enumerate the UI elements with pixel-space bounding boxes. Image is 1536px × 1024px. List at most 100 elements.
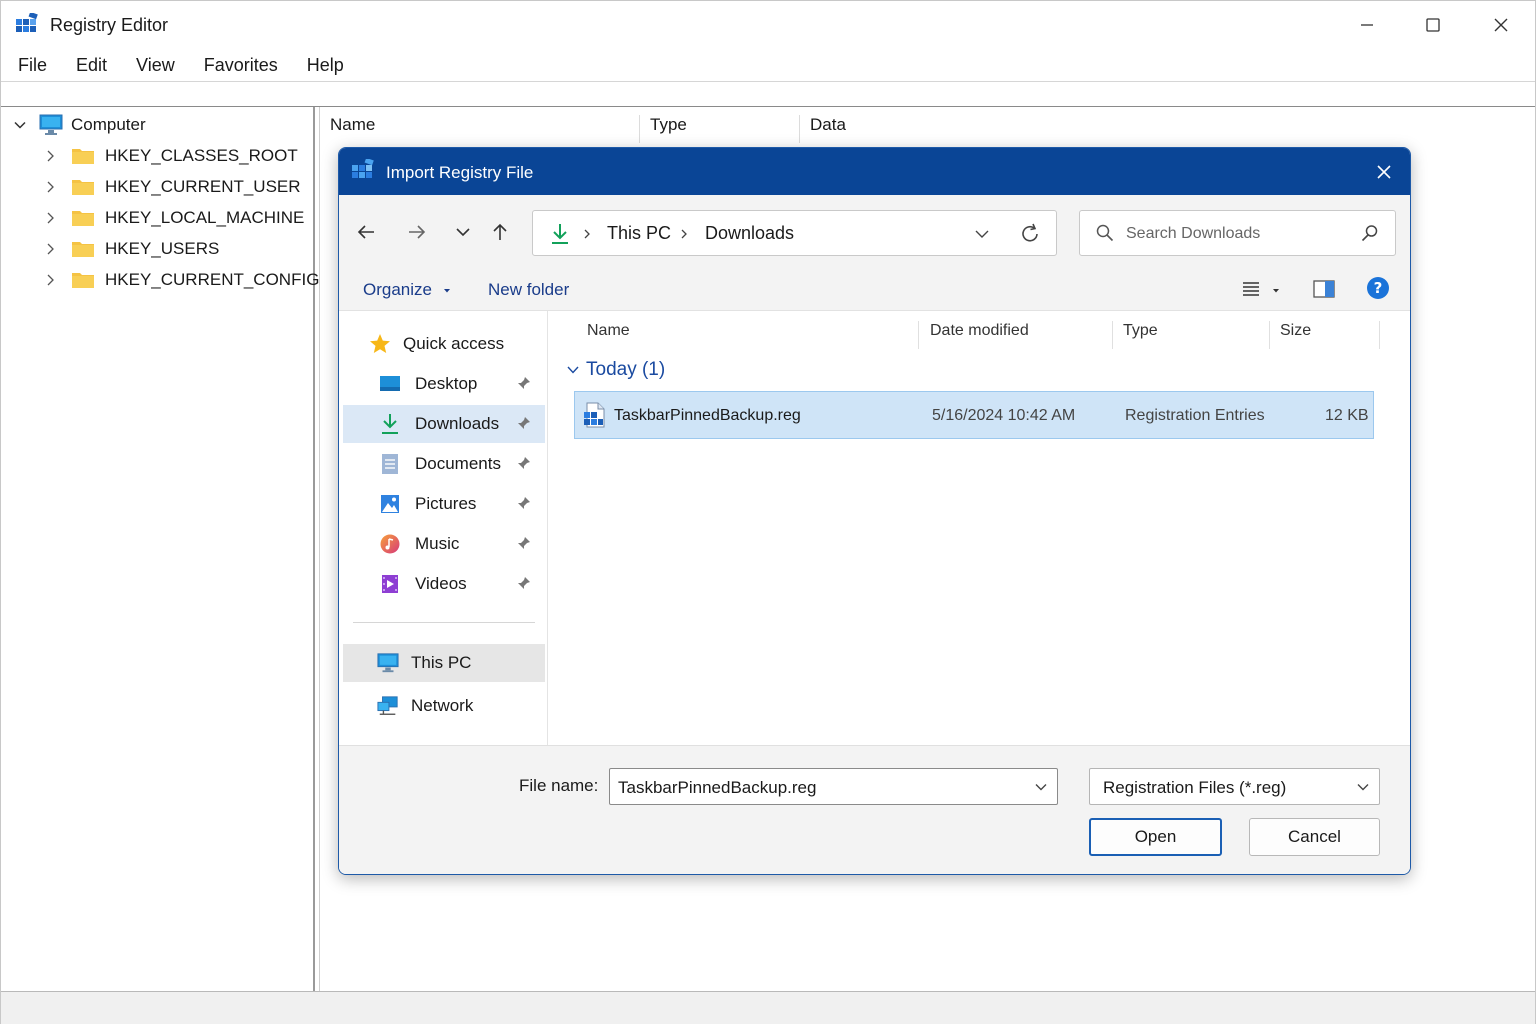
nav-item-videos[interactable]: Videos	[343, 565, 545, 603]
nav-label: Pictures	[415, 494, 477, 513]
nav-label: This PC	[411, 653, 472, 672]
nav-item-downloads[interactable]: Downloads	[343, 405, 545, 443]
status-bar	[1, 991, 1535, 1024]
organize-button[interactable]: Organize	[363, 280, 452, 300]
menu-edit[interactable]: Edit	[70, 51, 119, 79]
view-options-button[interactable]	[1241, 279, 1281, 304]
nav-label: Videos	[415, 574, 467, 593]
folder-icon	[72, 242, 94, 257]
recent-locations-button[interactable]	[448, 217, 478, 247]
pictures-icon	[379, 493, 401, 515]
breadcrumb-downloads[interactable]: Downloads	[705, 223, 794, 244]
search-placeholder: Search Downloads	[1126, 225, 1261, 242]
menu-file[interactable]: File	[12, 51, 59, 79]
tree-item-hkey-current-config[interactable]: HKEY_CURRENT_CONFIG	[43, 266, 319, 294]
nav-quick-access[interactable]: Quick access	[343, 325, 545, 363]
star-icon	[369, 333, 391, 355]
nav-item-music[interactable]: Music	[343, 525, 545, 563]
command-bar: Organize New folder ?	[339, 267, 1410, 311]
file-type-select[interactable]: Registration Files (*.reg)	[1089, 768, 1380, 805]
chevron-down-icon[interactable]	[1035, 781, 1047, 793]
download-icon	[379, 413, 401, 435]
column-header-name[interactable]: Name	[577, 321, 919, 349]
folder-icon	[72, 149, 94, 164]
menu-view[interactable]: View	[130, 51, 187, 79]
column-header-type[interactable]: Type	[1113, 321, 1270, 349]
chevron-right-icon[interactable]	[43, 180, 57, 194]
breadcrumb-this-pc[interactable]: This PC	[607, 223, 671, 244]
address-bar[interactable]	[1, 81, 1535, 107]
nav-item-documents[interactable]: Documents	[343, 445, 545, 483]
column-header-data[interactable]: Data	[800, 115, 1000, 143]
registry-editor-icon	[352, 159, 374, 178]
help-icon[interactable]: ?	[1366, 276, 1390, 300]
menu-favorites[interactable]: Favorites	[198, 51, 290, 79]
back-button[interactable]	[351, 217, 381, 247]
maximize-icon	[1426, 18, 1440, 32]
pin-icon[interactable]	[517, 576, 531, 590]
file-row[interactable]: TaskbarPinnedBackup.reg 5/16/2024 10:42 …	[574, 391, 1374, 439]
tree-item-hkey-current-user[interactable]: HKEY_CURRENT_USER	[43, 173, 301, 201]
pin-icon[interactable]	[517, 376, 531, 390]
chevron-right-icon[interactable]	[43, 273, 57, 287]
column-header-size[interactable]: Size	[1270, 321, 1380, 349]
search-input[interactable]: Search Downloads	[1079, 210, 1396, 256]
nav-item-desktop[interactable]: Desktop	[343, 365, 545, 403]
nav-label: Downloads	[415, 414, 500, 433]
desktop-icon	[379, 373, 401, 395]
tree-item-hkey-local-machine[interactable]: HKEY_LOCAL_MACHINE	[43, 204, 304, 232]
group-header-today[interactable]: Today (1)	[566, 359, 665, 381]
search-icon[interactable]	[1361, 224, 1379, 242]
group-label: Today (1)	[586, 359, 666, 380]
chevron-down-icon[interactable]	[975, 227, 989, 241]
caret-down-icon	[1273, 289, 1280, 293]
column-header-type[interactable]: Type	[640, 115, 800, 143]
file-name-field[interactable]: TaskbarPinnedBackup.reg	[609, 768, 1058, 805]
cancel-button[interactable]: Cancel	[1249, 818, 1380, 856]
folder-icon	[72, 180, 94, 195]
tree-item-hkey-users[interactable]: HKEY_USERS	[43, 235, 219, 263]
refresh-icon[interactable]	[1019, 223, 1041, 245]
close-button[interactable]	[1467, 1, 1535, 49]
menu-help[interactable]: Help	[301, 51, 356, 79]
music-icon	[379, 533, 401, 555]
pin-icon[interactable]	[517, 496, 531, 510]
up-button[interactable]	[485, 217, 515, 247]
nav-label: Network	[411, 696, 474, 715]
forward-button[interactable]	[402, 217, 432, 247]
arrow-right-icon	[409, 225, 426, 239]
preview-pane-icon[interactable]	[1313, 280, 1335, 298]
breadcrumb[interactable]: This PC Downloads	[532, 210, 1057, 256]
import-registry-file-dialog: Import Registry File This PC Downloads S…	[338, 147, 1411, 875]
title-bar: Registry Editor	[1, 1, 1535, 49]
pin-icon[interactable]	[517, 456, 531, 470]
open-button[interactable]: Open	[1089, 818, 1222, 856]
new-folder-button[interactable]: New folder	[488, 280, 569, 300]
pin-icon[interactable]	[517, 416, 531, 430]
minimize-button[interactable]	[1333, 1, 1401, 49]
file-size: 12 KB	[1325, 407, 1369, 424]
nav-this-pc[interactable]: This PC	[343, 644, 545, 682]
file-name-value: TaskbarPinnedBackup.reg	[618, 778, 817, 797]
file-type-value: Registration Files (*.reg)	[1103, 778, 1287, 797]
chevron-right-icon	[681, 229, 687, 239]
network-icon	[377, 695, 399, 717]
computer-icon	[39, 114, 63, 135]
chevron-down-icon[interactable]	[13, 118, 27, 132]
dialog-close-button[interactable]	[1368, 156, 1400, 188]
chevron-right-icon[interactable]	[43, 149, 57, 163]
tree-item-hkey-classes-root[interactable]: HKEY_CLASSES_ROOT	[43, 142, 298, 170]
chevron-right-icon[interactable]	[43, 242, 57, 256]
tree-item-computer[interactable]: Computer	[13, 111, 146, 139]
chevron-down-icon	[1357, 784, 1369, 791]
maximize-button[interactable]	[1399, 1, 1467, 49]
pin-icon[interactable]	[517, 536, 531, 550]
caret-down-icon	[443, 288, 450, 293]
nav-network[interactable]: Network	[343, 687, 545, 725]
nav-label: Documents	[415, 454, 501, 473]
column-header-name[interactable]: Name	[320, 115, 640, 143]
column-header-date-modified[interactable]: Date modified	[920, 321, 1113, 349]
tree-label-computer: Computer	[71, 115, 146, 134]
chevron-right-icon[interactable]	[43, 211, 57, 225]
nav-item-pictures[interactable]: Pictures	[343, 485, 545, 523]
